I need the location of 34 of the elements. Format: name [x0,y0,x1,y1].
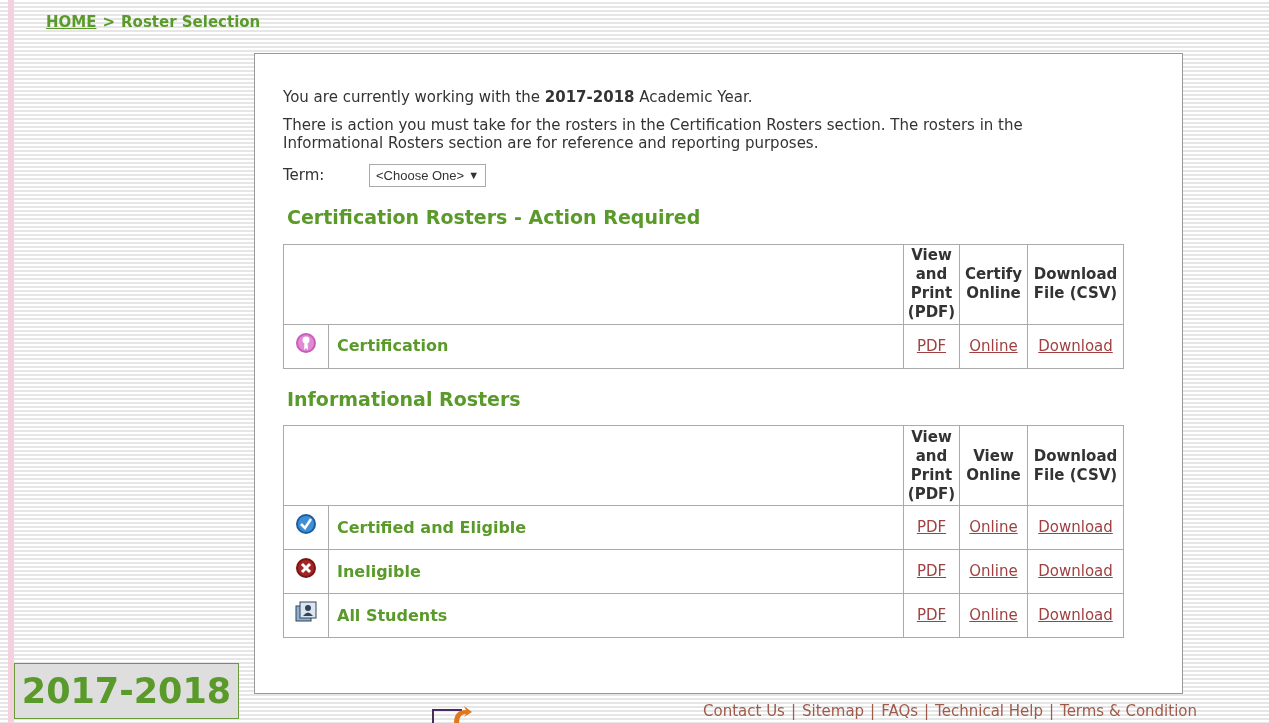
logo-icon [432,704,472,723]
column-header: View Online [959,425,1028,506]
footer-link[interactable]: Terms & Condition [1060,702,1197,721]
column-header: Download File (CSV) [1027,425,1124,506]
person-card-icon [295,601,317,624]
footer-separator: | [924,702,930,721]
footer-link[interactable]: Sitemap [802,702,865,721]
footer-separator: | [790,702,796,721]
roster-name: Ineligible [337,561,421,581]
column-header: Download File (CSV) [1027,244,1124,324]
error-icon [295,557,317,580]
checkmark-icon [295,513,317,536]
breadcrumb-current: Roster Selection [121,12,261,33]
section-heading: Certification Rosters - Action Required [287,205,702,230]
term-dropdown[interactable]: <Choose One> ▼ [369,164,487,187]
breadcrumb-separator: > [102,12,116,33]
year-badge: 2017-2018 [14,663,239,719]
action-sentence: There is action you must take for the rosters in the Certification Rosters section. The rosters in the Informational Rosters section are for reference and reporting purposes. [283,116,1024,152]
home-link[interactable]: HOME [46,11,97,34]
column-header: Certify Online [959,244,1028,324]
footer-link[interactable]: Technical Help [935,702,1043,721]
footer-separator: | [870,702,876,721]
roster-name: All Students [337,605,448,625]
column-header: View and Print (PDF) [903,425,960,506]
footer-link[interactable]: FAQs [881,702,919,721]
column-header: View and Print (PDF) [903,244,960,324]
section-heading: Informational Rosters [287,386,522,412]
footer-separator: | [1048,702,1054,721]
year-sentence: You are currently working with the 2017-2018 Academic Year. [283,86,754,108]
roster-name: Certified and Eligible [337,517,527,537]
roster-name: Certification [337,336,449,355]
footer-link[interactable]: Contact Us [703,702,785,721]
ribbon-icon [295,331,317,354]
term-label: Term: [283,165,326,187]
